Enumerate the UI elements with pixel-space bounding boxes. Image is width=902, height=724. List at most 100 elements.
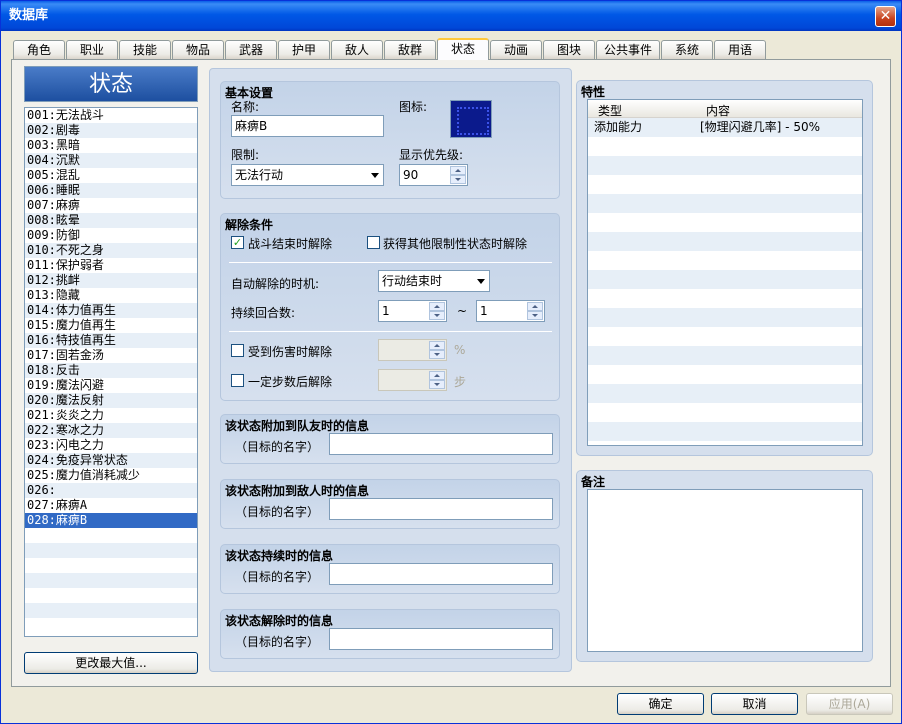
trait-row[interactable] xyxy=(588,346,862,365)
message-input-ally[interactable] xyxy=(329,433,553,455)
spin-down-icon[interactable] xyxy=(527,311,543,320)
list-item[interactable]: 017:固若金汤 xyxy=(25,348,197,363)
tab-5[interactable]: 护甲 xyxy=(278,40,330,60)
list-item[interactable]: 021:炎炎之力 xyxy=(25,408,197,423)
trait-row[interactable] xyxy=(588,289,862,308)
remove-by-restriction-checkbox[interactable] xyxy=(367,236,380,249)
trait-row[interactable] xyxy=(588,384,862,403)
message-input-enemy[interactable] xyxy=(329,498,553,520)
list-item[interactable]: 028:麻痹B xyxy=(25,513,197,528)
priority-stepper[interactable]: 90 xyxy=(399,164,468,186)
tab-9[interactable]: 动画 xyxy=(490,40,542,60)
restriction-select[interactable]: 无法行动 xyxy=(231,164,384,186)
steps-spin[interactable] xyxy=(429,371,445,389)
list-item[interactable]: 018:反击 xyxy=(25,363,197,378)
trait-row[interactable] xyxy=(588,327,862,346)
list-item[interactable]: 006:睡眠 xyxy=(25,183,197,198)
remove-by-walking-checkbox[interactable] xyxy=(231,374,244,387)
trait-row[interactable] xyxy=(588,232,862,251)
tab-2[interactable]: 技能 xyxy=(119,40,171,60)
list-item[interactable] xyxy=(25,603,197,618)
spin-down-icon[interactable] xyxy=(429,311,445,320)
trait-row[interactable] xyxy=(588,270,862,289)
list-item[interactable]: 013:隐藏 xyxy=(25,288,197,303)
traits-table[interactable]: 类型 内容 添加能力 [物理闪避几率] - 50% xyxy=(587,99,863,446)
change-max-button[interactable]: 更改最大值... xyxy=(24,652,198,674)
list-item[interactable] xyxy=(25,528,197,543)
trait-row[interactable] xyxy=(588,365,862,384)
spin-up-icon[interactable] xyxy=(429,341,445,350)
tab-1[interactable]: 职业 xyxy=(66,40,118,60)
list-item[interactable]: 023:闪电之力 xyxy=(25,438,197,453)
spin-down-icon[interactable] xyxy=(429,350,445,359)
trait-row[interactable] xyxy=(588,137,862,156)
remove-battle-end-checkbox[interactable]: ✓ xyxy=(231,236,244,249)
duration-min-spin[interactable] xyxy=(429,302,445,320)
name-input[interactable]: 麻痹B xyxy=(231,115,384,137)
note-textarea[interactable] xyxy=(587,489,863,652)
trait-row[interactable] xyxy=(588,175,862,194)
col-type-header[interactable]: 类型 xyxy=(598,102,622,119)
steps-stepper[interactable] xyxy=(378,369,447,391)
apply-button[interactable]: 应用(A) xyxy=(806,693,893,715)
list-item[interactable]: 020:魔法反射 xyxy=(25,393,197,408)
tab-0[interactable]: 角色 xyxy=(13,40,65,60)
trait-row[interactable] xyxy=(588,422,862,441)
list-item[interactable]: 014:体力值再生 xyxy=(25,303,197,318)
list-item[interactable]: 024:免疫异常状态 xyxy=(25,453,197,468)
trait-row[interactable] xyxy=(588,194,862,213)
trait-row[interactable] xyxy=(588,403,862,422)
remove-by-damage-checkbox[interactable] xyxy=(231,344,244,357)
auto-removal-select[interactable]: 行动结束时 xyxy=(378,270,490,292)
cancel-button[interactable]: 取消 xyxy=(711,693,798,715)
state-icon-picker[interactable] xyxy=(450,100,492,138)
list-item[interactable]: 007:麻痹 xyxy=(25,198,197,213)
trait-row[interactable] xyxy=(588,156,862,175)
duration-min-stepper[interactable]: 1 xyxy=(378,300,447,322)
list-item[interactable]: 003:黑暗 xyxy=(25,138,197,153)
duration-max-stepper[interactable]: 1 xyxy=(476,300,545,322)
spin-up-icon[interactable] xyxy=(527,302,543,311)
tab-4[interactable]: 武器 xyxy=(225,40,277,60)
tab-10[interactable]: 图块 xyxy=(543,40,595,60)
list-item[interactable]: 026: xyxy=(25,483,197,498)
message-input-removed[interactable] xyxy=(329,628,553,650)
list-item[interactable] xyxy=(25,618,197,633)
list-item[interactable] xyxy=(25,573,197,588)
spin-up-icon[interactable] xyxy=(450,166,466,175)
spin-up-icon[interactable] xyxy=(429,371,445,380)
list-item[interactable]: 025:魔力值消耗减少 xyxy=(25,468,197,483)
list-item[interactable] xyxy=(25,558,197,573)
list-item[interactable]: 016:特技值再生 xyxy=(25,333,197,348)
list-item[interactable]: 027:麻痹A xyxy=(25,498,197,513)
priority-spin[interactable] xyxy=(450,166,466,184)
tab-11[interactable]: 公共事件 xyxy=(596,40,660,60)
trait-row[interactable]: 添加能力 [物理闪避几率] - 50% xyxy=(588,118,862,137)
trait-row[interactable] xyxy=(588,213,862,232)
close-button[interactable]: ✕ xyxy=(875,6,896,27)
list-item[interactable]: 012:挑衅 xyxy=(25,273,197,288)
spin-up-icon[interactable] xyxy=(429,302,445,311)
list-item[interactable]: 022:寒冰之力 xyxy=(25,423,197,438)
duration-max-spin[interactable] xyxy=(527,302,543,320)
tab-6[interactable]: 敌人 xyxy=(331,40,383,60)
list-item[interactable]: 011:保护弱者 xyxy=(25,258,197,273)
spin-down-icon[interactable] xyxy=(450,175,466,184)
list-item[interactable]: 001:无法战斗 xyxy=(25,108,197,123)
list-item[interactable]: 004:沉默 xyxy=(25,153,197,168)
trait-row[interactable] xyxy=(588,308,862,327)
list-item[interactable]: 009:防御 xyxy=(25,228,197,243)
tab-13[interactable]: 用语 xyxy=(714,40,766,60)
col-content-header[interactable]: 内容 xyxy=(706,102,730,119)
damage-chance-spin[interactable] xyxy=(429,341,445,359)
list-item[interactable]: 002:剧毒 xyxy=(25,123,197,138)
trait-row[interactable] xyxy=(588,251,862,270)
spin-down-icon[interactable] xyxy=(429,380,445,389)
tab-3[interactable]: 物品 xyxy=(172,40,224,60)
damage-chance-stepper[interactable] xyxy=(378,339,447,361)
ok-button[interactable]: 确定 xyxy=(617,693,704,715)
tab-12[interactable]: 系统 xyxy=(661,40,713,60)
list-item[interactable]: 019:魔法闪避 xyxy=(25,378,197,393)
list-item[interactable] xyxy=(25,543,197,558)
message-input-persist[interactable] xyxy=(329,563,553,585)
